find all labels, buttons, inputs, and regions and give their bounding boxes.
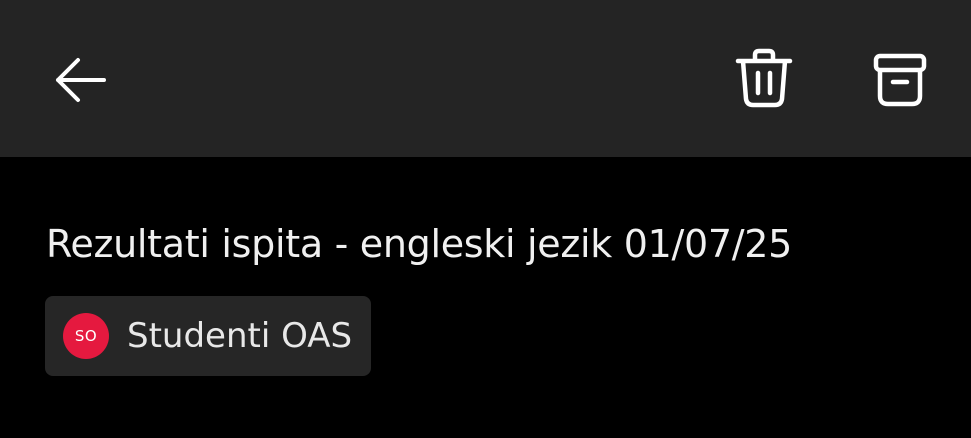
back-button[interactable] <box>44 44 116 116</box>
archive-button[interactable] <box>862 42 938 118</box>
trash-icon <box>735 48 793 108</box>
message-subject: Rezultati ispita - engleski jezik 01/07/… <box>46 222 793 266</box>
sender-chip[interactable]: SO Studenti OAS <box>45 296 372 376</box>
delete-button[interactable] <box>726 40 802 116</box>
archive-box-icon <box>873 53 927 107</box>
avatar: SO <box>63 313 109 359</box>
top-app-bar <box>0 0 971 157</box>
arrow-left-icon <box>56 58 106 102</box>
avatar-initials: SO <box>74 327 98 345</box>
sender-name: Studenti OAS <box>127 316 353 356</box>
